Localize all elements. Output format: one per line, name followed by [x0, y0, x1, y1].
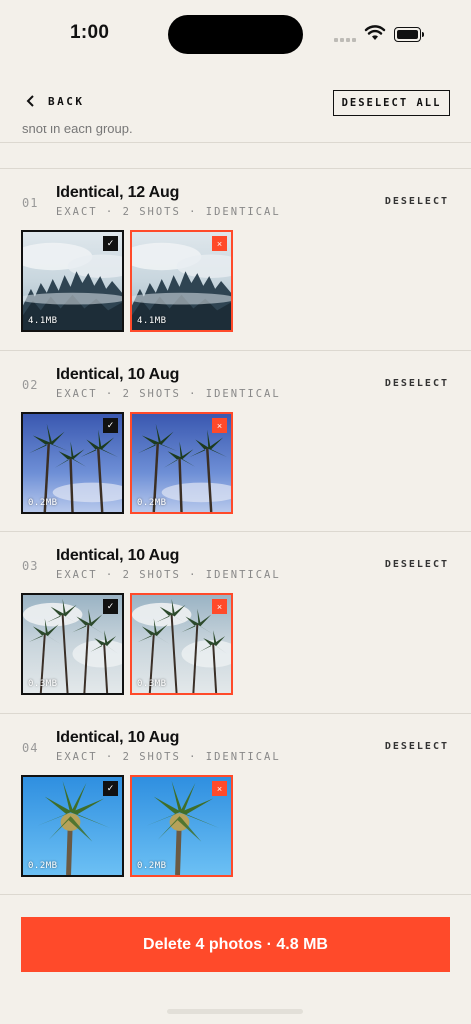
back-label: BACK	[48, 94, 85, 108]
close-icon: ×	[212, 236, 227, 251]
duplicate-group: 01 Identical, 12 Aug EXACT · 2 SHOTS · I…	[0, 168, 471, 349]
delete-photo-thumbnail[interactable]: × 4.1MB	[130, 230, 233, 332]
photo-size: 0.2MB	[28, 861, 58, 871]
group-title: Identical, 12 Aug	[56, 184, 180, 201]
group-index: 04	[22, 741, 39, 755]
groups-list[interactable]: shot in each group. 01 Identical, 12 Aug…	[0, 126, 471, 895]
delete-photos-button[interactable]: Delete 4 photos · 4.8 MB	[21, 917, 450, 972]
delete-photo-thumbnail[interactable]: × 0.2MB	[130, 412, 233, 514]
chevron-left-icon	[26, 95, 34, 107]
duplicate-group: 03 Identical, 10 Aug EXACT · 2 SHOTS · I…	[0, 531, 471, 712]
group-title: Identical, 10 Aug	[56, 729, 180, 746]
delete-photo-thumbnail[interactable]: × 0.2MB	[130, 775, 233, 877]
group-deselect-button[interactable]: DESELECT	[385, 741, 449, 752]
duplicate-group: 04 Identical, 10 Aug EXACT · 2 SHOTS · I…	[0, 713, 471, 894]
keep-photo-thumbnail[interactable]: ✓ 0.3MB	[21, 593, 124, 695]
check-icon: ✓	[103, 236, 118, 251]
delete-photo-thumbnail[interactable]: × 0.3MB	[130, 593, 233, 695]
cellular-signal-icon	[334, 38, 356, 42]
keep-photo-thumbnail[interactable]: ✓ 0.2MB	[21, 412, 124, 514]
close-icon: ×	[212, 781, 227, 796]
group-meta: EXACT · 2 SHOTS · IDENTICAL	[56, 388, 281, 400]
check-icon: ✓	[103, 781, 118, 796]
close-icon: ×	[212, 418, 227, 433]
photo-size: 0.3MB	[137, 679, 167, 689]
battery-icon	[394, 27, 424, 42]
photo-size: 4.1MB	[28, 316, 58, 326]
deselect-all-button[interactable]: DESELECT ALL	[333, 90, 450, 116]
intro-text: shot in each group.	[22, 126, 133, 136]
home-indicator	[167, 1009, 303, 1014]
group-title: Identical, 10 Aug	[56, 366, 180, 383]
check-icon: ✓	[103, 599, 118, 614]
group-index: 01	[22, 196, 39, 210]
dynamic-island	[168, 15, 303, 54]
group-meta: EXACT · 2 SHOTS · IDENTICAL	[56, 569, 281, 581]
group-title: Identical, 10 Aug	[56, 547, 180, 564]
group-index: 02	[22, 378, 39, 392]
photo-size: 4.1MB	[137, 316, 167, 326]
group-deselect-button[interactable]: DESELECT	[385, 378, 449, 389]
keep-photo-thumbnail[interactable]: ✓ 4.1MB	[21, 230, 124, 332]
group-index: 03	[22, 559, 39, 573]
divider	[0, 894, 471, 895]
group-deselect-button[interactable]: DESELECT	[385, 196, 449, 207]
group-meta: EXACT · 2 SHOTS · IDENTICAL	[56, 206, 281, 218]
divider	[0, 142, 471, 143]
check-icon: ✓	[103, 418, 118, 433]
back-button[interactable]: BACK	[26, 94, 85, 108]
close-icon: ×	[212, 599, 227, 614]
group-deselect-button[interactable]: DESELECT	[385, 559, 449, 570]
wifi-icon	[364, 25, 386, 40]
duplicate-group: 02 Identical, 10 Aug EXACT · 2 SHOTS · I…	[0, 350, 471, 531]
status-bar: 1:00	[0, 0, 471, 70]
status-time: 1:00	[70, 22, 110, 43]
photo-size: 0.3MB	[28, 679, 58, 689]
photo-size: 0.2MB	[28, 498, 58, 508]
photo-size: 0.2MB	[137, 861, 167, 871]
group-meta: EXACT · 2 SHOTS · IDENTICAL	[56, 751, 281, 763]
photo-size: 0.2MB	[137, 498, 167, 508]
keep-photo-thumbnail[interactable]: ✓ 0.2MB	[21, 775, 124, 877]
